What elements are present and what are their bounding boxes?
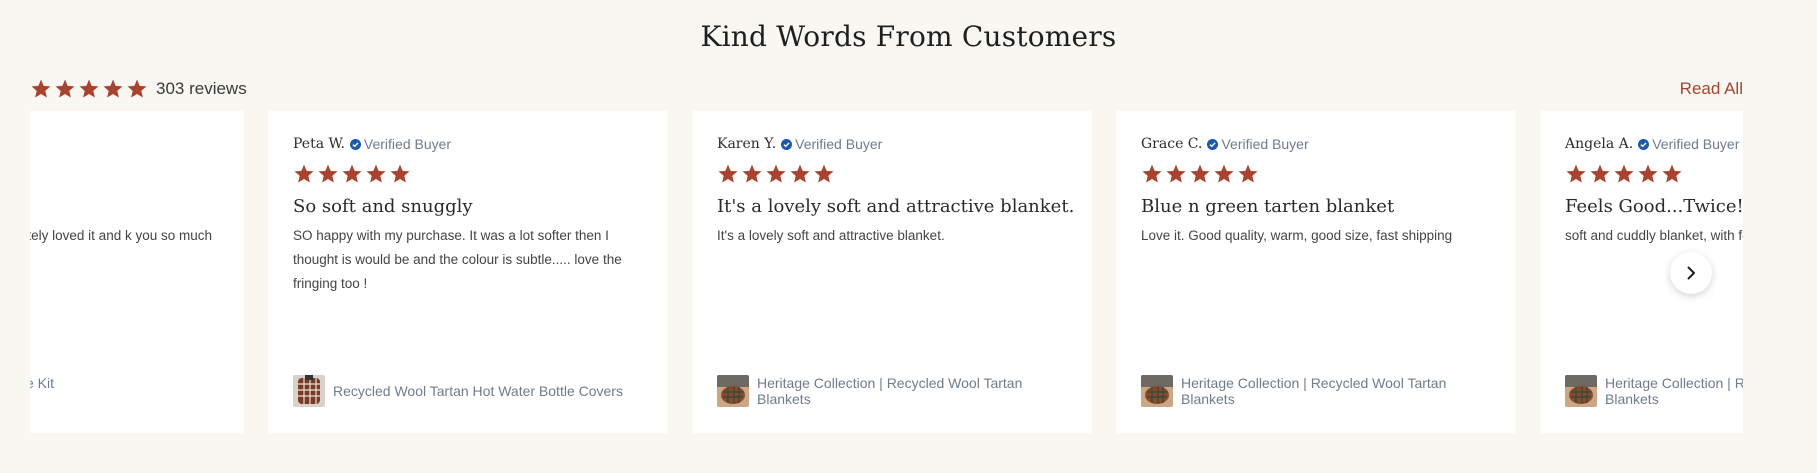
verified-label: Verified Buyer: [1652, 136, 1740, 152]
star-icon: [766, 164, 786, 183]
review-title: Feels Good...Twice!: [1565, 196, 1743, 217]
product-name: Heritage Collection | Recycled Wool Tart…: [1181, 375, 1447, 407]
author-name: Peta W.: [293, 136, 345, 152]
star-icon: [127, 79, 147, 98]
star-icon: [790, 164, 810, 183]
verified-badge-icon: [1207, 138, 1219, 150]
review-card: Angela A. Verified Buyer Feels Good...Twic…: [1540, 111, 1743, 433]
summary-stars: [30, 78, 148, 100]
review-card: Karen Y. Verified Buyer It's a lovely soft…: [692, 111, 1092, 433]
review-product-link[interactable]: Heritage Collection | Recycled Wool Tart…: [1141, 375, 1491, 407]
review-body: Love it. Good quality, warm, good size, …: [1141, 228, 1453, 243]
review-author: Angela A. Verified Buyer: [1565, 136, 1739, 152]
review-product-link[interactable]: Recycled Wool Tartan Hot Water Bottle Co…: [293, 375, 643, 407]
review-product-link[interactable]: e Kit: [30, 375, 219, 391]
star-icon: [1166, 164, 1186, 183]
star-icon: [1142, 164, 1162, 183]
review-author: Grace C. Verified Buyer: [1141, 136, 1309, 152]
star-icon: [318, 164, 338, 183]
star-icon: [366, 164, 386, 183]
star-icon: [1238, 164, 1258, 183]
product-thumbnail: [717, 375, 749, 407]
review-product-link[interactable]: Heritage Collection | Recycled Wool Tart…: [717, 375, 1067, 407]
star-icon: [1614, 164, 1634, 183]
review-stars: [1565, 163, 1683, 185]
verified-label: Verified Buyer: [363, 136, 452, 152]
review-product-link[interactable]: Heritage Collection | Recycled Wool Tart…: [1565, 375, 1743, 407]
review-body: SO happy with my purchase. It was a lot …: [293, 228, 622, 291]
star-icon: [1566, 164, 1586, 183]
reviews-carousel[interactable]: ds. Absolutely loved it and k you so muc…: [30, 111, 1743, 433]
review-body: ds. Absolutely loved it and k you so muc…: [30, 228, 212, 243]
star-icon: [103, 79, 123, 98]
product-thumbnail: [1141, 375, 1173, 407]
review-title: It's a lovely soft and attractive blanke…: [717, 196, 1075, 217]
read-all-link[interactable]: Read All: [1680, 79, 1743, 99]
section-title: Kind Words From Customers: [700, 20, 1117, 53]
review-title: Blue n green tarten blanket: [1141, 196, 1395, 217]
reviews-track: ds. Absolutely loved it and k you so muc…: [30, 111, 1743, 433]
product-name: Recycled Wool Tartan Hot Water Bottle Co…: [333, 383, 623, 399]
star-icon: [55, 79, 75, 98]
product-thumbnail: [293, 375, 325, 407]
review-author: Peta W. Verified Buyer: [293, 136, 451, 152]
verified-badge-icon: [349, 138, 361, 150]
star-icon: [294, 164, 314, 183]
product-name: Heritage Collection | Recycled Wool Tart…: [1605, 375, 1743, 407]
product-name: e Kit: [30, 375, 55, 391]
review-stars: [1141, 163, 1259, 185]
review-title: So soft and snuggly: [293, 196, 473, 217]
star-icon: [31, 79, 51, 98]
star-icon: [79, 79, 99, 98]
star-icon: [718, 164, 738, 183]
verified-label: Verified Buyer: [795, 136, 883, 152]
star-icon: [1638, 164, 1658, 183]
review-body: soft and cuddly blanket, with feeling of…: [1565, 228, 1743, 243]
product-thumbnail: [1565, 375, 1597, 407]
star-icon: [1590, 164, 1610, 183]
star-icon: [390, 164, 410, 183]
star-icon: [1190, 164, 1210, 183]
star-icon: [1662, 164, 1682, 183]
star-icon: [342, 164, 362, 183]
author-name: Grace C.: [1141, 136, 1203, 152]
review-card: ds. Absolutely loved it and k you so muc…: [30, 111, 244, 433]
product-name: Heritage Collection | Recycled Wool Tart…: [757, 375, 1023, 407]
review-author: Karen Y. Verified Buyer: [717, 136, 882, 152]
author-name: Angela A.: [1565, 136, 1634, 152]
star-icon: [1214, 164, 1234, 183]
review-stars: [293, 163, 411, 185]
rating-summary: 303 reviews: [30, 78, 247, 100]
star-icon: [742, 164, 762, 183]
verified-badge-icon: [781, 138, 793, 150]
review-card: Peta W. Verified Buyer So soft and snuggly…: [268, 111, 668, 433]
chevron-right-icon: [1687, 266, 1695, 280]
review-body: It's a lovely soft and attractive blanke…: [717, 228, 945, 243]
review-card: Grace C. Verified Buyer Blue n green tarte…: [1116, 111, 1516, 433]
review-stars: [717, 163, 835, 185]
star-icon: [814, 164, 834, 183]
verified-label: Verified Buyer: [1221, 136, 1309, 152]
verified-badge-icon: [1638, 138, 1650, 150]
carousel-next-button[interactable]: [1670, 252, 1712, 294]
author-name: Karen Y.: [717, 136, 777, 152]
review-count: 303 reviews: [156, 79, 247, 98]
